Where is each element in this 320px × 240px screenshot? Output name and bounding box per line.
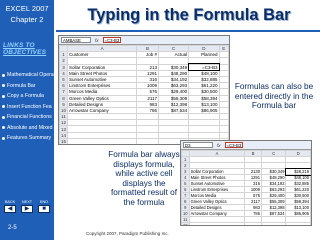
- formula-bar: D3 fx =C3-B3: [181, 141, 311, 150]
- nav-item-absolute-mixed[interactable]: Absolute and Mixed: [2, 123, 54, 134]
- formula-bar: AMBASE fx =C3-B3: [59, 36, 229, 45]
- end-stop-icon: ■: [38, 205, 50, 213]
- callout-formula-entry: Formulas can also be entered directly in…: [234, 82, 314, 110]
- worksheet-grid: A B C D 1 2 3 Sollar Corporation 2130 $30,349 $28,…: [181, 150, 311, 225]
- nav-item-financial-functions[interactable]: Financial Functions: [2, 112, 54, 123]
- cell[interactable]: [67, 143, 138, 144]
- objective-nav-list: Mathematical Opera Formula Bar Copy a Fo…: [2, 70, 54, 144]
- cell[interactable]: [188, 222, 246, 225]
- formula-input[interactable]: =C3-B3: [224, 142, 244, 148]
- cell[interactable]: [244, 222, 262, 225]
- links-to-objectives[interactable]: LINKS TO OBJECTIVES: [3, 42, 51, 64]
- name-box[interactable]: AMBASE: [61, 37, 91, 43]
- slide-number: 2-5: [8, 225, 17, 231]
- nav-item-features-summary[interactable]: Features Summary: [2, 133, 54, 144]
- row-header[interactable]: 10: [181, 210, 190, 217]
- chapter-title: Chapter 2: [10, 15, 44, 24]
- title-divider: [56, 30, 320, 32]
- nav-item-mathematical-operators[interactable]: Mathematical Opera: [2, 70, 54, 81]
- bullet-icon: [2, 115, 5, 119]
- nav-item-insert-function[interactable]: Insert Function Fea: [2, 102, 54, 113]
- nav-item-formula-bar[interactable]: Formula Bar: [2, 81, 54, 92]
- callout-formula-display: Formula bar always displays formula, whi…: [108, 150, 180, 207]
- course-header: EXCEL 2007 Chapter 2: [0, 0, 54, 34]
- next-arrow-icon: ▶: [21, 205, 33, 213]
- bullet-icon: [2, 126, 5, 130]
- nav-item-label: Insert Function Fea: [7, 103, 52, 110]
- slide-nav-buttons: BACK ◀ NEXT ▶ END ■: [3, 200, 51, 213]
- slide-title: Typing in the Formula Bar: [87, 6, 291, 24]
- cell[interactable]: [136, 143, 159, 144]
- bullet-icon: [2, 136, 5, 140]
- sidebar: EXCEL 2007 Chapter 2 LINKS TO OBJECTIVES…: [0, 0, 54, 240]
- nav-item-label: Features Summary: [7, 135, 52, 142]
- row-header[interactable]: 12: [181, 222, 190, 225]
- course-title: EXCEL 2007: [5, 4, 49, 13]
- formula-input[interactable]: =C3-B3: [102, 37, 122, 43]
- nav-item-label: Formula Bar: [7, 82, 36, 89]
- next-button[interactable]: NEXT ▶: [20, 200, 34, 213]
- fx-icon[interactable]: fx: [95, 38, 99, 43]
- bullet-icon: [2, 84, 5, 88]
- nav-item-label: Absolute and Mixed: [7, 124, 53, 131]
- cell[interactable]: [260, 222, 287, 225]
- cell[interactable]: [285, 222, 311, 225]
- excel-screenshot-editing: AMBASE fx =C3-B3 A B C D E 1 Customer Job # Actu…: [58, 35, 230, 145]
- copyright-notice: Copyright 2007, Paradigm Publishing Inc.: [86, 231, 169, 236]
- end-button[interactable]: END ■: [37, 200, 51, 213]
- worksheet-grid: A B C D E 1 Customer Job # Actual Planned 2 3 Sollar…: [59, 44, 229, 144]
- nav-item-copy-formula[interactable]: Copy a Formula: [2, 91, 54, 102]
- excel-screenshot-result: D3 fx =C3-B3 A B C D 1 2 3 Sollar Corporation 21…: [180, 140, 312, 226]
- nav-item-label: Financial Functions: [7, 114, 52, 121]
- bullet-icon: [2, 105, 5, 109]
- back-arrow-icon: ◀: [4, 205, 16, 213]
- fx-icon[interactable]: fx: [217, 143, 221, 148]
- bullet-icon: [2, 73, 5, 77]
- table-row: 12: [181, 222, 311, 225]
- row-header[interactable]: 16: [59, 143, 69, 144]
- back-button[interactable]: BACK ◀: [3, 200, 17, 213]
- name-box[interactable]: D3: [183, 142, 213, 148]
- links-line-2: OBJECTIVES: [3, 49, 47, 56]
- bullet-icon: [2, 94, 5, 98]
- nav-item-label: Mathematical Opera: [7, 72, 54, 79]
- nav-item-label: Copy a Formula: [7, 93, 44, 100]
- links-line-1: LINKS TO: [3, 42, 35, 49]
